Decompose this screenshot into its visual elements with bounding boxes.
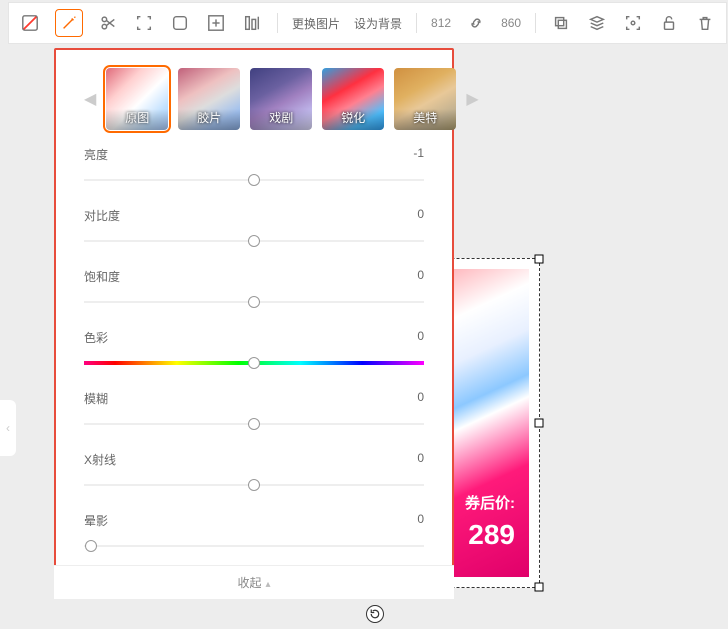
- slider-value: -1: [413, 146, 424, 163]
- collapse-panel-button[interactable]: 收起 ▴: [54, 565, 454, 599]
- slider-value: 0: [417, 207, 424, 224]
- layers-icon[interactable]: [586, 12, 608, 34]
- slider-row: 对比度 0: [84, 207, 424, 252]
- preset-prev-icon[interactable]: ◀: [84, 89, 96, 109]
- promo-text-price: 289: [468, 519, 515, 551]
- slider-track[interactable]: [84, 169, 424, 191]
- slider-line: [84, 546, 424, 547]
- magic-filter-icon[interactable]: [55, 9, 83, 37]
- slider-label: X射线: [84, 451, 116, 468]
- image-toolbar: 更换图片 设为背景 812 860: [8, 2, 727, 44]
- preset-thumb[interactable]: 美特: [394, 68, 456, 130]
- resize-handle-bottom-right[interactable]: [535, 583, 544, 592]
- slider-value: 0: [417, 268, 424, 285]
- height-readout[interactable]: 860: [501, 16, 521, 30]
- width-readout[interactable]: 812: [431, 16, 451, 30]
- slider-label: 对比度: [84, 207, 120, 224]
- preset-thumb-label: 锐化: [322, 109, 384, 130]
- toolbar-separator: [416, 13, 417, 33]
- replace-image-button[interactable]: 更换图片: [292, 15, 340, 32]
- slider-track[interactable]: [84, 230, 424, 252]
- slider-handle[interactable]: [248, 357, 260, 369]
- toolbar-separator: [535, 13, 536, 33]
- slider-track[interactable]: [84, 535, 424, 557]
- slider-value: 0: [417, 329, 424, 346]
- preset-thumb[interactable]: 锐化: [322, 68, 384, 130]
- slider-label: 色彩: [84, 329, 108, 346]
- resize-handle-mid-right[interactable]: [535, 419, 544, 428]
- crop-cut-icon[interactable]: [97, 12, 119, 34]
- preset-thumb-label: 美特: [394, 109, 456, 130]
- set-background-button[interactable]: 设为背景: [354, 15, 402, 32]
- preset-thumb-label: 原图: [106, 109, 168, 130]
- slider-track[interactable]: [84, 352, 424, 374]
- slider-value: 0: [417, 512, 424, 529]
- slider-row: 色彩 0: [84, 329, 424, 374]
- slider-row: 饱和度 0: [84, 268, 424, 313]
- corner-select-icon[interactable]: [133, 12, 155, 34]
- toolbar-separator: [277, 13, 278, 33]
- slider-handle[interactable]: [85, 540, 97, 552]
- preset-next-icon[interactable]: ▶: [466, 89, 478, 109]
- slider-row: 模糊 0: [84, 390, 424, 435]
- slider-handle[interactable]: [248, 235, 260, 247]
- canvas-area[interactable]: 券后价: 289 ‹: [0, 0, 728, 629]
- preset-row: ◀ 原图胶片戏剧锐化美特 ▶: [84, 68, 424, 130]
- slider-handle[interactable]: [248, 296, 260, 308]
- preset-thumb-label: 胶片: [178, 109, 240, 130]
- slider-handle[interactable]: [248, 174, 260, 186]
- slider-label: 晕影: [84, 512, 108, 529]
- stretch-fill-icon[interactable]: [205, 12, 227, 34]
- rotate-handle[interactable]: [366, 605, 384, 623]
- focus-frame-icon[interactable]: [622, 12, 644, 34]
- collapse-label: 收起: [237, 576, 261, 590]
- slider-label: 饱和度: [84, 268, 120, 285]
- slider-label: 模糊: [84, 390, 108, 407]
- duplicate-icon[interactable]: [550, 12, 572, 34]
- filter-panel: ◀ 原图胶片戏剧锐化美特 ▶ 亮度 -1 对比度 0 饱和度 0 色彩 0 模糊 0 X射线 0 晕影 0…: [54, 48, 454, 599]
- preset-thumb-label: 戏剧: [250, 109, 312, 130]
- rounded-rect-icon[interactable]: [169, 12, 191, 34]
- slider-track[interactable]: [84, 413, 424, 435]
- resize-handle-top-right[interactable]: [535, 255, 544, 264]
- slider-track[interactable]: [84, 474, 424, 496]
- slider-value: 0: [417, 390, 424, 407]
- slider-value: 0: [417, 451, 424, 468]
- chevron-up-icon: ▴: [265, 579, 270, 590]
- slider-row: X射线 0: [84, 451, 424, 496]
- no-style-icon[interactable]: [19, 12, 41, 34]
- promo-text-label: 券后价:: [465, 492, 515, 513]
- side-drawer-tab[interactable]: ‹: [0, 400, 16, 456]
- slider-row: 亮度 -1: [84, 146, 424, 191]
- align-distribute-icon[interactable]: [241, 12, 263, 34]
- slider-label: 亮度: [84, 146, 108, 163]
- delete-icon[interactable]: [694, 12, 716, 34]
- slider-track[interactable]: [84, 291, 424, 313]
- link-dimensions-icon[interactable]: [465, 12, 487, 34]
- lock-icon[interactable]: [658, 12, 680, 34]
- preset-thumb[interactable]: 胶片: [178, 68, 240, 130]
- slider-handle[interactable]: [248, 479, 260, 491]
- slider-row: 晕影 0: [84, 512, 424, 557]
- preset-thumb[interactable]: 戏剧: [250, 68, 312, 130]
- preset-thumb[interactable]: 原图: [106, 68, 168, 130]
- slider-handle[interactable]: [248, 418, 260, 430]
